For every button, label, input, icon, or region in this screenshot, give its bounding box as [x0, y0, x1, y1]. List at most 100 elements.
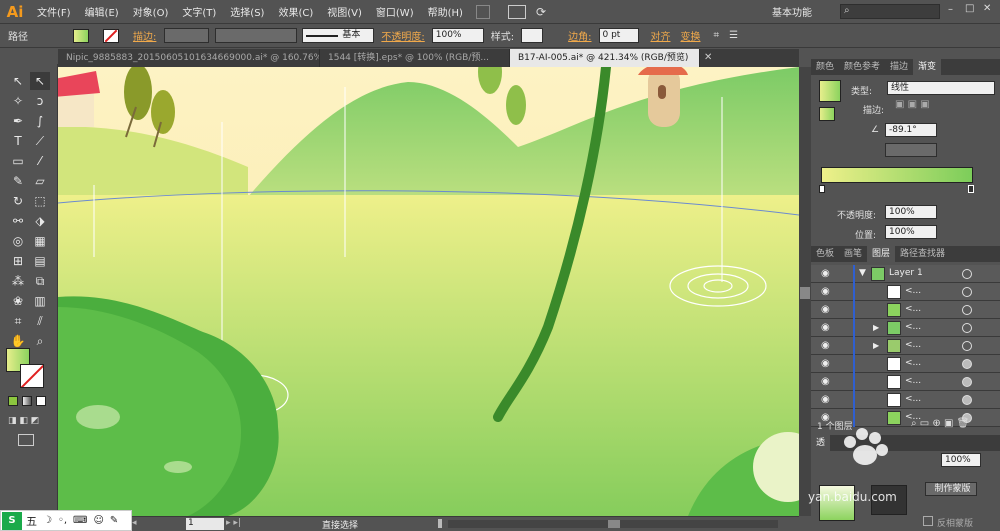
layer-row[interactable]: ◉ <...	[811, 301, 1000, 319]
tab-b17[interactable]: B17-AI-005.ai* @ 421.34% (RGB/预览)	[510, 49, 700, 67]
gradient-tool-icon[interactable]: ▤	[30, 252, 50, 270]
gradient-type-dropdown[interactable]: 线性	[887, 81, 995, 95]
isolate-icon[interactable]: ⌗	[714, 30, 720, 41]
layer-row[interactable]: ◉ ▶ <...	[811, 319, 1000, 337]
line-tool-icon[interactable]: ⟋	[30, 132, 50, 150]
pencil-icon[interactable]: ✎	[8, 172, 28, 190]
menu-window[interactable]: 窗口(W)	[369, 4, 421, 19]
ime-logo-icon[interactable]: S	[2, 511, 22, 530]
artboard-number-field[interactable]: 1	[186, 518, 224, 530]
color-mode-icon[interactable]	[8, 396, 18, 406]
nav-next-icon[interactable]: ▸ ▸|	[226, 518, 241, 528]
draw-mode-icons[interactable]: ◨ ◧ ◩	[8, 416, 48, 426]
stop-location-field[interactable]: 100%	[885, 225, 937, 239]
magic-wand-icon[interactable]: ✧	[8, 92, 28, 110]
tab-color[interactable]: 颜色	[811, 59, 839, 75]
fill-swatch[interactable]	[73, 28, 89, 43]
tab-color-guide[interactable]: 颜色参考	[839, 59, 885, 75]
zoom-tool-icon[interactable]: ⌕	[30, 332, 50, 350]
transform-link[interactable]: 变换	[681, 28, 701, 43]
tab-swatches[interactable]: 色板	[811, 246, 839, 262]
shape-builder-icon[interactable]: ◎	[8, 232, 28, 250]
direct-selection-tool-icon[interactable]: ↖	[30, 72, 50, 90]
slice-icon[interactable]: ⫽	[30, 312, 50, 330]
none-mode-icon[interactable]	[36, 396, 46, 406]
type-tool-icon[interactable]: T	[8, 132, 28, 150]
ime-settings-icon[interactable]: ✎	[110, 515, 118, 526]
layer-row[interactable]: ◉ <...	[811, 283, 1000, 301]
variable-width-dropdown[interactable]	[215, 28, 298, 43]
style-dropdown[interactable]	[521, 28, 544, 43]
blend-icon[interactable]: ⧉	[30, 272, 50, 290]
stroke-label[interactable]: 描边:	[133, 28, 156, 43]
close-icon[interactable]: ✕	[983, 3, 991, 14]
artboard-canvas[interactable]	[58, 67, 799, 516]
layer-row-main[interactable]: ◉ ▼ Layer 1	[811, 265, 1000, 283]
opacity-label[interactable]: 不透明度:	[381, 28, 424, 43]
tab-1544[interactable]: 1544 [转换].eps* @ 100% (RGB/预...	[320, 49, 510, 67]
paintbrush-icon[interactable]: ⁄	[30, 152, 50, 170]
options-icon[interactable]: ☰	[729, 30, 738, 41]
lasso-icon[interactable]: ↄ	[30, 92, 50, 110]
vertical-scrollbar[interactable]	[799, 67, 811, 516]
arrange-documents-icon[interactable]	[507, 4, 526, 19]
width-tool-icon[interactable]: ⚯	[8, 212, 28, 230]
sync-icon[interactable]: ⟳	[536, 5, 546, 19]
gradient-preview-swatch[interactable]	[819, 80, 841, 102]
stroke-swatch[interactable]	[103, 28, 119, 43]
corner-field[interactable]: 0 pt	[598, 28, 639, 43]
nav-prev-icon[interactable]: ◂	[132, 518, 137, 528]
corner-label[interactable]: 边角:	[568, 28, 591, 43]
menu-type[interactable]: 文字(T)	[175, 4, 223, 19]
tab-close-icon[interactable]: ✕	[704, 49, 712, 67]
symbol-sprayer-icon[interactable]: ❀	[8, 292, 28, 310]
eyedropper-icon[interactable]: ⁂	[8, 272, 28, 290]
menu-view[interactable]: 视图(V)	[320, 4, 369, 19]
selection-tool-icon[interactable]: ↖	[8, 72, 28, 90]
screen-mode-icon[interactable]	[18, 434, 34, 446]
mesh-icon[interactable]: ⊞	[8, 252, 28, 270]
rectangle-tool-icon[interactable]: ▭	[8, 152, 28, 170]
tab-brushes[interactable]: 画笔	[839, 246, 867, 262]
rotate-icon[interactable]: ↻	[8, 192, 28, 210]
layer-row[interactable]: ◉ <...	[811, 391, 1000, 409]
gradient-stop-start[interactable]	[819, 185, 825, 193]
ime-keyboard-icon[interactable]: ⌨	[73, 515, 87, 526]
stroke-gradient-icons[interactable]: ▣ ▣ ▣	[895, 99, 951, 113]
menu-object[interactable]: 对象(O)	[126, 4, 176, 19]
pen-tool-icon[interactable]: ✒	[8, 112, 28, 130]
ime-moon-icon[interactable]: ☽	[43, 515, 52, 526]
make-mask-button[interactable]: 制作蒙版	[925, 482, 977, 496]
aspect-ratio-field[interactable]	[885, 143, 937, 157]
artboard-icon[interactable]: ⌗	[8, 312, 28, 330]
tab-layers[interactable]: 图层	[867, 246, 896, 262]
search-input[interactable]: ⌕	[840, 4, 940, 19]
doc-setup-icon[interactable]	[548, 28, 561, 43]
visibility-eye-icon[interactable]: ◉	[821, 268, 835, 280]
transparency-opacity-field[interactable]: 100%	[941, 453, 981, 467]
gradient-slider[interactable]	[821, 167, 973, 183]
stroke-weight-field[interactable]	[164, 28, 210, 43]
gradient-mode-icon[interactable]	[22, 396, 32, 406]
tab-nipic[interactable]: Nipic_9885883_20150605101634669000.ai* @…	[58, 49, 320, 67]
opacity-field[interactable]: 100%	[431, 28, 484, 43]
bridge-icon[interactable]	[475, 4, 490, 19]
maximize-icon[interactable]: □	[965, 3, 974, 14]
stroke-color-box[interactable]	[20, 364, 44, 388]
horizontal-scrollbar[interactable]	[448, 520, 778, 528]
tab-pathfinder[interactable]: 路径查找器	[895, 246, 950, 262]
expand-triangle-icon[interactable]: ▼	[859, 268, 866, 278]
eraser-icon[interactable]: ▱	[30, 172, 50, 190]
menu-file[interactable]: 文件(F)	[30, 4, 78, 19]
workspace-switcher[interactable]: 基本功能	[772, 4, 812, 19]
ime-mode[interactable]: 五	[26, 513, 37, 529]
minimize-icon[interactable]: –	[948, 4, 953, 15]
ime-punct-icon[interactable]: ◦,	[58, 515, 67, 526]
stop-opacity-field[interactable]: 100%	[885, 205, 937, 219]
menu-effect[interactable]: 效果(C)	[271, 4, 320, 19]
tab-stroke[interactable]: 描边	[885, 59, 913, 75]
menu-select[interactable]: 选择(S)	[223, 4, 271, 19]
graph-tool-icon[interactable]: ▥	[30, 292, 50, 310]
invert-mask-checkbox[interactable]	[923, 516, 933, 526]
free-transform-icon[interactable]: ⬗	[30, 212, 50, 230]
